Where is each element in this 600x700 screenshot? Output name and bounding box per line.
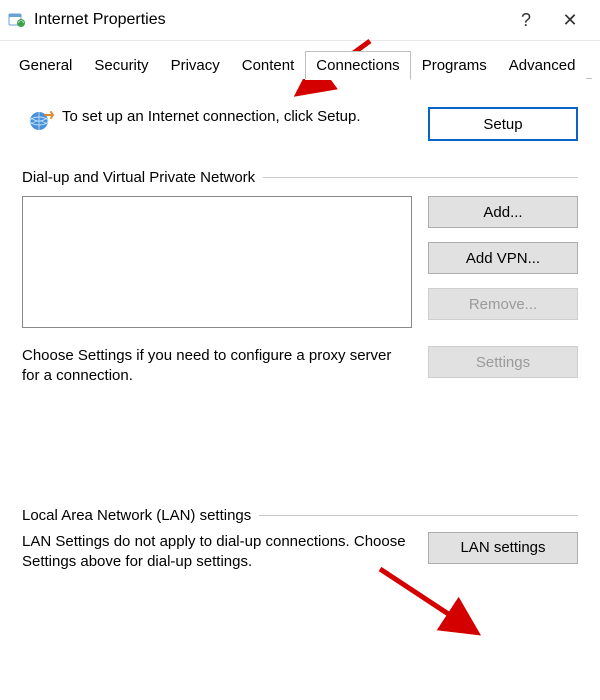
tab-general[interactable]: General	[8, 51, 83, 79]
lan-settings-button[interactable]: LAN settings	[428, 532, 578, 564]
lan-row: LAN Settings do not apply to dial-up con…	[22, 532, 578, 573]
tab-strip: General Security Privacy Content Connect…	[0, 41, 600, 79]
lan-group-heading: Local Area Network (LAN) settings	[22, 507, 578, 524]
setup-text: To set up an Internet connection, click …	[62, 107, 428, 127]
setup-row: To set up an Internet connection, click …	[22, 107, 578, 141]
title-bar: Internet Properties ? ✕	[0, 0, 600, 41]
lan-text: LAN Settings do not apply to dial-up con…	[22, 532, 412, 573]
add-button[interactable]: Add...	[428, 196, 578, 228]
setup-button[interactable]: Setup	[428, 107, 578, 141]
remove-button: Remove...	[428, 288, 578, 320]
divider	[263, 177, 578, 178]
dialup-heading-text: Dial-up and Virtual Private Network	[22, 169, 255, 186]
lan-heading-text: Local Area Network (LAN) settings	[22, 507, 251, 524]
add-vpn-button[interactable]: Add VPN...	[428, 242, 578, 274]
dialup-group-heading: Dial-up and Virtual Private Network	[22, 169, 578, 186]
divider	[259, 515, 578, 516]
tab-programs[interactable]: Programs	[411, 51, 498, 79]
tab-advanced[interactable]: Advanced	[498, 51, 587, 79]
help-button[interactable]: ?	[504, 4, 548, 36]
dialup-connections-listbox[interactable]	[22, 196, 412, 328]
connections-pane: To set up an Internet connection, click …	[0, 79, 600, 586]
tab-security[interactable]: Security	[83, 51, 159, 79]
lan-section: Local Area Network (LAN) settings LAN Se…	[22, 507, 578, 573]
tab-connections[interactable]: Connections	[305, 51, 410, 80]
close-button[interactable]: ✕	[548, 4, 592, 36]
dialup-buttons: Add... Add VPN... Remove...	[428, 196, 578, 328]
internet-options-icon	[8, 11, 26, 29]
dialup-settings-button: Settings	[428, 346, 578, 378]
dialup-area: Add... Add VPN... Remove...	[22, 196, 578, 328]
proxy-text: Choose Settings if you need to configure…	[22, 346, 412, 387]
network-setup-icon	[22, 107, 62, 137]
window-title: Internet Properties	[34, 11, 166, 29]
tab-privacy[interactable]: Privacy	[160, 51, 231, 79]
proxy-row: Choose Settings if you need to configure…	[22, 346, 578, 387]
tab-content[interactable]: Content	[231, 51, 306, 79]
